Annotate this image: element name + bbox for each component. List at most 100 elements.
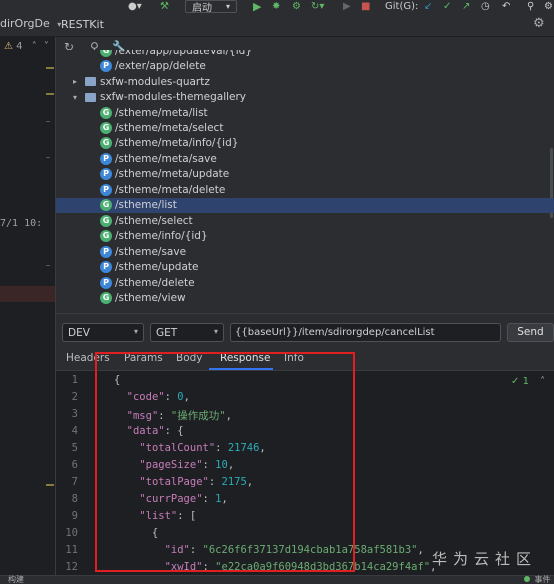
run-config-select[interactable]: 启动 ▾	[185, 0, 238, 14]
rollback-icon[interactable]: ↶	[502, 0, 510, 13]
coverage-icon[interactable]: ⚙	[292, 0, 301, 13]
panel-header: dirOrgDe ▾ RESTKit ⚙	[0, 13, 554, 37]
send-button[interactable]: Send	[507, 323, 554, 342]
tree-folder[interactable]: ▾ sxfw-modules-themegallery	[56, 89, 554, 105]
git-update-icon[interactable]: ↙	[424, 0, 432, 13]
git-push-icon[interactable]: ↗	[462, 0, 470, 13]
tree-endpoint[interactable]: P/stheme/update	[56, 259, 554, 275]
tree-endpoint[interactable]: G/stheme/meta/select	[56, 120, 554, 136]
run-icon[interactable]: ▶	[253, 0, 261, 13]
gear-icon[interactable]: ⚙	[533, 16, 545, 31]
endpoint-tree: G/exter/app/updateVal/{id} P/exter/app/de…	[56, 50, 554, 313]
tab-body[interactable]: Body	[176, 352, 203, 364]
code-token: "e22ca0a9f60948d3bd367b14ca29f4af"	[215, 561, 431, 573]
url-input[interactable]: {{baseUrl}}/item/sdirorgdep/cancelList	[230, 323, 501, 342]
tree-row-label: /stheme/select	[115, 214, 193, 227]
stop-icon[interactable]: ■	[361, 0, 370, 13]
tree-row-label: /exter/app/delete	[115, 60, 206, 73]
code-token: :	[215, 442, 228, 454]
tree-folder[interactable]: ▸ sxfw-modules-quartz	[56, 74, 554, 90]
tree-endpoint[interactable]: P/stheme/save	[56, 244, 554, 260]
tree-endpoint[interactable]: G/exter/app/updateVal/{id}	[56, 50, 554, 59]
code-token: :	[202, 493, 216, 505]
tree-endpoint[interactable]: P/exter/app/delete	[56, 58, 554, 74]
tree-endpoint[interactable]: G/stheme/select	[56, 213, 554, 229]
run-config-label: 启动	[192, 3, 212, 14]
tab-headers[interactable]: Headers	[66, 352, 110, 364]
build-hammer-icon[interactable]: ⚒	[160, 0, 169, 13]
debug-icon[interactable]: ✸	[272, 0, 280, 13]
tree-endpoint[interactable]: P/stheme/delete	[56, 275, 554, 291]
tree-row-label: /stheme/meta/list	[115, 106, 208, 119]
module-icon	[85, 92, 96, 102]
code-token: "totalCount"	[139, 442, 216, 454]
tree-endpoint[interactable]: G/stheme/meta/info/{id}	[56, 136, 554, 152]
editor-gutter: ⚠ 4 ˄ ˅ 7/1 10:	[0, 37, 56, 584]
tree-endpoint[interactable]: G/stheme/list	[56, 197, 554, 213]
post-method-icon: P	[100, 60, 112, 73]
get-method-icon: G	[100, 106, 112, 119]
git-commit-icon[interactable]: ✓	[443, 0, 451, 13]
code-token: "code"	[126, 391, 165, 403]
chevron-down-icon[interactable]: ▾	[73, 93, 85, 102]
code-text: {	[114, 527, 158, 539]
get-method-icon: G	[100, 199, 112, 212]
code-text: "msg": "操作成功",	[114, 408, 232, 423]
profile-icon[interactable]: ↻▾	[311, 0, 324, 13]
line-number: 5	[71, 442, 78, 454]
code-token: 21746	[227, 442, 260, 454]
status-left[interactable]: 构建	[8, 574, 24, 584]
tab-info[interactable]: Info	[284, 352, 304, 364]
request-tabs: Headers Params Body Response Info	[56, 347, 554, 371]
tree-endpoint[interactable]: P/stheme/meta/update	[56, 167, 554, 183]
line-number: 3	[71, 408, 78, 420]
get-method-icon: G	[100, 291, 112, 304]
tree-endpoint[interactable]: P/stheme/meta/save	[56, 151, 554, 167]
tree-endpoint[interactable]: G/stheme/info/{id}	[56, 228, 554, 244]
code-text: {	[114, 374, 120, 386]
main-toolbar: ●▾ ⚒ 启动 ▾ ▶ ✸ ⚙ ↻▾ ▶ ■ Git(G): ↙ ✓ ↗ ◷ ↶…	[0, 0, 554, 14]
tab-params[interactable]: Params	[124, 352, 163, 364]
settings-icon[interactable]: ⚙	[544, 0, 553, 13]
editor-tab[interactable]: dirOrgDe ▾	[0, 17, 61, 30]
marker	[46, 265, 50, 266]
code-text: "data": {	[114, 425, 184, 437]
code-token: ,	[227, 459, 235, 471]
tree-endpoint[interactable]: P/stheme/meta/delete	[56, 182, 554, 198]
get-method-icon: G	[100, 214, 112, 227]
code-token: "xwId"	[164, 561, 203, 573]
resume-icon[interactable]: ▶	[343, 0, 351, 13]
chevron-down-icon: ˅	[43, 41, 49, 52]
marker	[46, 157, 50, 158]
tree-row-label: sxfw-modules-themegallery	[100, 91, 247, 104]
warning-indicator[interactable]: ⚠ 4 ˄ ˅	[4, 41, 49, 52]
tab-response[interactable]: Response	[220, 352, 270, 364]
event-log[interactable]: 事件日志	[524, 574, 554, 584]
tree-row-label: sxfw-modules-quartz	[100, 75, 210, 88]
method-select[interactable]: GET ▾	[150, 323, 224, 342]
env-select[interactable]: DEV ▾	[62, 323, 144, 342]
tree-row-label: /stheme/meta/select	[115, 122, 224, 134]
code-text: "id": "6c26f6f37137d194cbab1a758af581b3"…	[114, 544, 424, 556]
tree-endpoint[interactable]: G/stheme/view	[56, 290, 554, 306]
chevron-right-icon[interactable]: ▸	[73, 77, 85, 86]
history-icon[interactable]: ◷	[481, 0, 490, 13]
user-icon[interactable]: ●▾	[128, 0, 142, 13]
code-token: :	[202, 561, 216, 573]
line-number: 4	[71, 425, 78, 437]
marker	[46, 484, 54, 486]
tree-row-label: /stheme/update	[115, 261, 199, 274]
tree-endpoint[interactable]: G/stheme/meta/list	[56, 105, 554, 121]
code-token: "totalPage"	[139, 476, 209, 488]
active-tab-indicator	[209, 368, 273, 370]
get-method-icon: G	[100, 137, 112, 150]
warning-icon: ⚠	[4, 41, 13, 52]
search-icon[interactable]: ⚲	[527, 0, 534, 13]
line-number: 12	[65, 561, 78, 573]
code-text: "totalPage": 2175,	[114, 476, 253, 488]
